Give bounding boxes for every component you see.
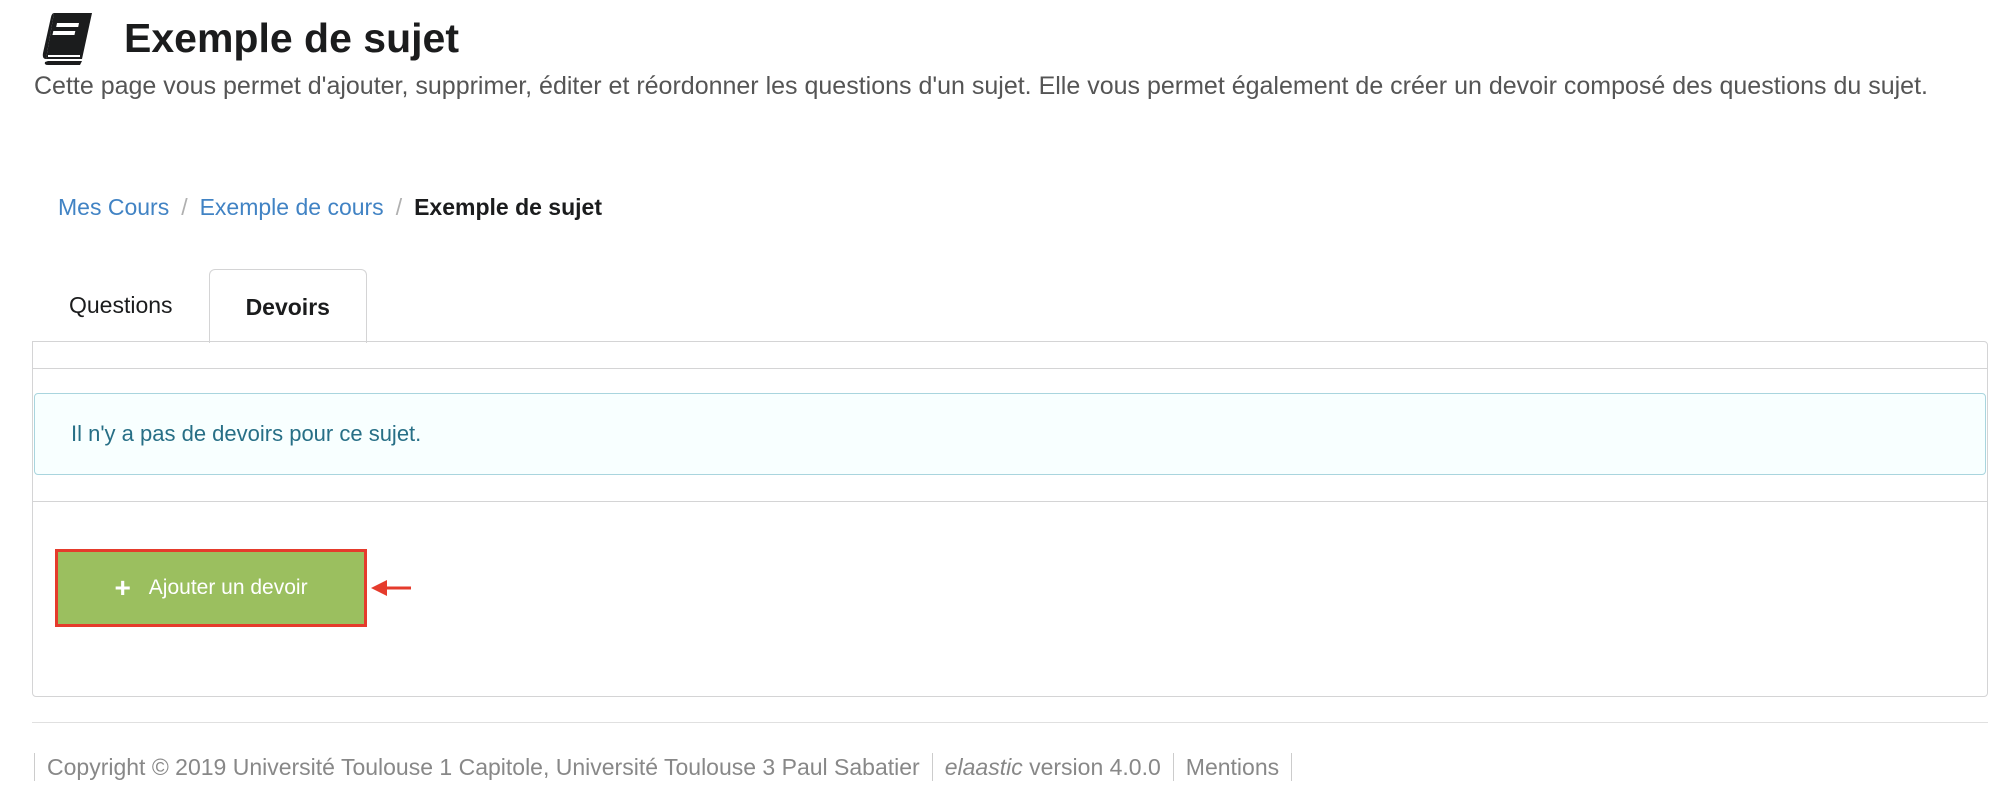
footer-mentions-link[interactable]: Mentions [1172,753,1293,781]
devoirs-panel: Il n'y a pas de devoirs pour ce sujet. +… [32,341,1988,697]
add-devoir-callout: + Ajouter un devoir [55,549,413,627]
highlight-box: + Ajouter un devoir [55,549,367,627]
page-header: Exemple de sujet [40,8,459,68]
book-icon [42,13,92,65]
devoirs-list-segment: Il n'y a pas de devoirs pour ce sujet. [33,368,1987,502]
footer-copyright: Copyright © 2019 Université Toulouse 1 C… [34,753,932,781]
footer-divider [32,722,1988,723]
footer-version-text: version 4.0.0 [1029,754,1161,780]
footer-version: elaastic version 4.0.0 [931,753,1173,781]
add-devoir-button[interactable]: + Ajouter un devoir [58,552,364,624]
tab-devoirs[interactable]: Devoirs [208,269,367,343]
empty-devoirs-message: Il n'y a pas de devoirs pour ce sujet. [34,393,1986,475]
plus-icon: + [114,572,131,603]
breadcrumb-separator: / [181,194,188,220]
red-arrow-icon [371,580,411,596]
breadcrumb-current: Exemple de sujet [414,194,602,220]
breadcrumb-link-exemple-de-cours[interactable]: Exemple de cours [200,190,384,224]
breadcrumb: Mes Cours / Exemple de cours / Exemple d… [58,190,602,224]
page-title: Exemple de sujet [124,15,459,61]
breadcrumb-separator: / [395,194,403,220]
footer-app-name: elaastic [944,754,1023,780]
add-devoir-button-label: Ajouter un devoir [148,576,308,599]
tab-bar: Questions Devoirs [33,268,367,343]
footer: Copyright © 2019 Université Toulouse 1 C… [34,750,1293,784]
page-description: Cette page vous permet d'ajouter, suppri… [34,72,1928,100]
tab-questions[interactable]: Questions [33,268,209,342]
breadcrumb-link-mes-cours[interactable]: Mes Cours [58,190,169,224]
